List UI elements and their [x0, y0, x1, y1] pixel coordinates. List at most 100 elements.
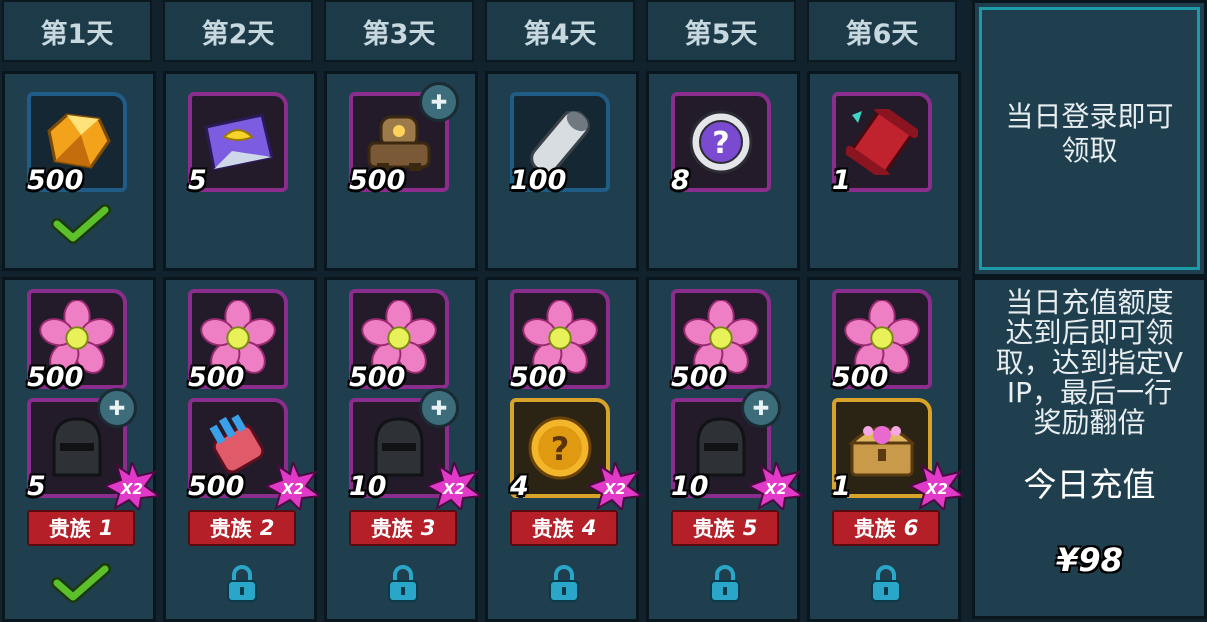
noble-tier-button-2[interactable]: 贵族 2 [188, 510, 296, 546]
lock-icon [549, 565, 579, 602]
noble-label: 贵族 [853, 517, 896, 541]
double-reward-badge: X2 [105, 462, 159, 510]
noble-level: 1 [98, 516, 114, 540]
reward-quantity: 500 [510, 362, 567, 393]
login-reward-cell-5[interactable]: ? 8 [646, 71, 800, 271]
double-badge-text: X2 [764, 480, 787, 498]
reward-item-frame[interactable]: 1 X2 [832, 398, 964, 510]
double-badge-text: X2 [281, 480, 304, 498]
login-info-frame: 当日登录即可 领取 [979, 7, 1200, 270]
recharge-desc-line-1: 当日充值额度 [1005, 286, 1174, 319]
reward-item-frame[interactable]: 500 [671, 289, 771, 393]
reward-item-frame[interactable]: ✚ 10 X2 [349, 388, 481, 510]
double-reward-badge: X2 [749, 462, 803, 510]
today-recharge-amount: ¥98 [1056, 541, 1123, 579]
noble-tier-button-6[interactable]: 贵族 6 [832, 510, 940, 546]
reward-item-frame[interactable]: 500 [832, 289, 932, 393]
reward-quantity: 8 [671, 165, 690, 196]
reward-quantity: 500 [349, 165, 406, 196]
double-badge-text: X2 [603, 480, 626, 498]
reward-item-frame[interactable]: 100 [510, 92, 610, 196]
reward-item-frame[interactable]: ✚ 500 [349, 82, 459, 196]
svg-text:?: ? [551, 430, 570, 468]
reward-quantity: 10 [671, 471, 709, 502]
reward-quantity: 100 [510, 165, 567, 196]
reward-quantity: 10 [349, 471, 387, 502]
red-scroll-icon [844, 104, 920, 180]
login-reward-cell-4[interactable]: 100 [485, 71, 639, 271]
reward-quantity: 4 [510, 471, 529, 502]
reward-quantity: 500 [832, 362, 889, 393]
double-reward-badge: X2 [588, 462, 642, 510]
reward-quantity: 500 [27, 165, 84, 196]
noble-label: 贵族 [209, 517, 252, 541]
day-header-6: 第6天 [807, 0, 957, 62]
reward-grid: 第1天 第2天 第3天 第4天 第5天 第6天 500 5 ✚ 500 100 … [0, 0, 966, 622]
puzzle-piece-icon: ✚ [419, 388, 459, 428]
recharge-reward-cell-5[interactable]: 500 ✚ 10 X2 贵族 5 [646, 277, 803, 622]
gold-treasure-chest-icon [844, 410, 920, 486]
day-header-4: 第4天 [485, 0, 635, 62]
lock-icon [388, 565, 418, 602]
noble-level: 6 [903, 516, 919, 540]
noble-tier-button-1[interactable]: 贵族 1 [27, 510, 135, 546]
noble-label: 贵族 [370, 517, 413, 541]
recharge-reward-cell-2[interactable]: 500 500 X2 贵族 2 [163, 277, 320, 622]
puzzle-piece-icon: ✚ [97, 388, 137, 428]
recharge-desc-line-4: IP，最后一行 [1006, 376, 1173, 409]
day-header-5: 第5天 [646, 0, 796, 62]
noble-tier-button-3[interactable]: 贵族 3 [349, 510, 457, 546]
reward-quantity: 500 [27, 362, 84, 393]
login-desc-line-2: 领取 [1061, 134, 1118, 167]
wing-ticket-icon [200, 104, 276, 180]
reward-item-frame[interactable]: ? 4 X2 [510, 398, 642, 510]
login-desc-line-1: 当日登录即可 [1005, 100, 1174, 133]
day-header-1: 第1天 [2, 0, 152, 62]
reward-item-frame[interactable]: ✚ 10 X2 [671, 388, 803, 510]
recharge-desc-line-5: 奖励翻倍 [1033, 406, 1146, 439]
recharge-reward-cell-6[interactable]: 500 1 X2 贵族 6 [807, 277, 964, 622]
login-reward-cell-1[interactable]: 500 [2, 71, 156, 271]
claimed-check-icon [51, 204, 111, 244]
day-header-3: 第3天 [324, 0, 474, 62]
recharge-reward-cell-3[interactable]: 500 ✚ 10 X2 贵族 3 [324, 277, 481, 622]
lock-icon [710, 565, 740, 602]
reward-item-frame[interactable]: ? 8 [671, 92, 771, 196]
double-badge-text: X2 [925, 480, 948, 498]
login-reward-cell-6[interactable]: 1 [807, 71, 961, 271]
gold-mystery-coin-icon: ? [522, 410, 598, 486]
reward-quantity: 500 [188, 362, 245, 393]
double-badge-text: X2 [442, 480, 465, 498]
noble-tier-button-4[interactable]: 贵族 4 [510, 510, 618, 546]
reward-item-frame[interactable]: 500 [27, 92, 127, 196]
puzzle-piece-icon: ✚ [741, 388, 781, 428]
reward-item-frame[interactable]: 500 [188, 289, 288, 393]
reward-quantity: 500 [188, 471, 245, 502]
login-reward-cell-2[interactable]: 5 [163, 71, 317, 271]
recharge-reward-cell-4[interactable]: 500 ? 4 X2 贵族 4 [485, 277, 642, 622]
reward-quantity: 1 [832, 165, 851, 196]
noble-label: 贵族 [531, 517, 574, 541]
reward-item-frame[interactable]: 500 X2 [188, 398, 320, 510]
recharge-desc-line-2: 达到后即可领 [1005, 316, 1174, 349]
noble-label: 贵族 [692, 517, 735, 541]
reward-item-frame[interactable]: 500 [27, 289, 127, 393]
mystery-chip-icon: ? [683, 104, 759, 180]
reward-item-frame[interactable]: 1 [832, 92, 932, 196]
reward-item-frame[interactable]: ✚ 5 X2 [27, 388, 159, 510]
double-reward-badge: X2 [266, 462, 320, 510]
double-badge-text: X2 [120, 480, 143, 498]
lock-icon [871, 565, 901, 602]
noble-level: 4 [581, 516, 597, 540]
recharge-info-panel: 当日充值额度 达到后即可领 取，达到指定V IP，最后一行 奖励翻倍 今日充值 … [972, 277, 1207, 619]
recharge-reward-cell-1[interactable]: 500 ✚ 5 X2 贵族 1 [2, 277, 159, 622]
reward-quantity: 5 [188, 165, 207, 196]
noble-tier-button-5[interactable]: 贵族 5 [671, 510, 779, 546]
reward-item-frame[interactable]: 500 [349, 289, 449, 393]
reward-item-frame[interactable]: 5 [188, 92, 288, 196]
reward-item-frame[interactable]: 500 [510, 289, 610, 393]
login-reward-cell-3[interactable]: ✚ 500 [324, 71, 478, 271]
puzzle-piece-icon: ✚ [419, 82, 459, 122]
today-recharge-label: 今日充值 [1023, 465, 1156, 504]
reward-quantity: 500 [671, 362, 728, 393]
